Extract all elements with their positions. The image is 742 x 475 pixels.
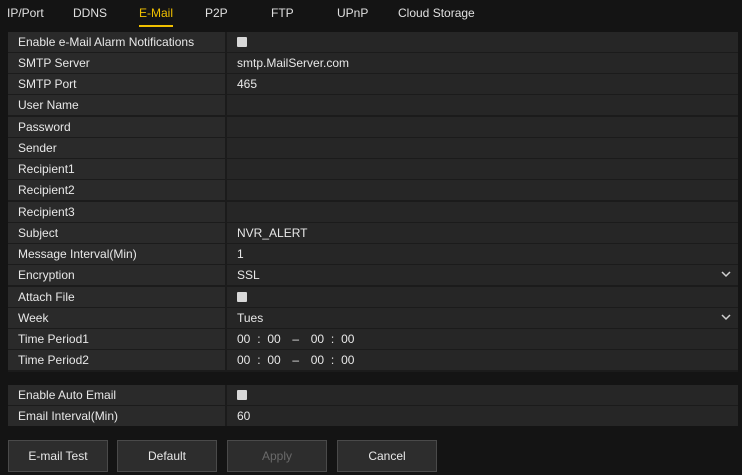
tab-p2p[interactable]: P2P [205,5,228,25]
time-period2-label: Time Period2 [8,350,225,370]
time-period1-label: Time Period1 [8,329,225,349]
tp2-end-hour[interactable]: 00 [311,350,324,370]
enable-auto-email-cell [227,385,738,405]
tp1-dash: – [292,332,300,346]
row-enable-auto-email: Enable Auto Email [8,385,738,405]
enable-alarm-label: Enable e-Mail Alarm Notifications [8,32,225,52]
row-recipient1: Recipient1 [8,159,738,179]
row-time-period2: Time Period2 00:00–00:00 [8,350,738,370]
chevron-down-icon [721,271,731,278]
tp1-colon: : [257,332,261,346]
row-time-period1: Time Period1 00:00–00:00 [8,329,738,349]
cancel-button[interactable]: Cancel [337,440,437,472]
password-label: Password [8,117,225,137]
row-email-interval: Email Interval(Min) 60 [8,406,738,426]
tab-ftp[interactable]: FTP [271,5,294,25]
tp2-start-hour[interactable]: 00 [237,350,250,370]
smtp-port-label: SMTP Port [8,74,225,94]
email-interval-input[interactable]: 60 [227,406,738,426]
week-select[interactable]: Tues [227,308,738,328]
time-period2-input[interactable]: 00:00–00:00 [227,350,738,370]
message-interval-input[interactable]: 1 [227,244,738,264]
tp2-colon-2: : [330,353,335,367]
smtp-server-label: SMTP Server [8,53,225,73]
subject-input[interactable]: NVR_ALERT [227,223,738,243]
encryption-select[interactable]: SSL [227,265,738,285]
row-enable-alarm: Enable e-Mail Alarm Notifications [8,32,738,52]
tab-bar: IP/Port DDNS E-Mail P2P FTP UPnP Cloud S… [0,0,742,28]
tp2-colon: : [257,353,261,367]
sender-label: Sender [8,138,225,158]
row-user-name: User Name [8,95,738,115]
row-smtp-server: SMTP Server smtp.MailServer.com [8,53,738,73]
chevron-down-icon [721,314,731,321]
row-week: Week Tues [8,308,738,328]
attach-file-label: Attach File [8,287,225,307]
attach-file-checkbox[interactable] [237,291,247,302]
tp1-end-hour[interactable]: 00 [311,329,324,349]
tp2-start-minute[interactable]: 00 [267,350,280,370]
smtp-port-input[interactable]: 465 [227,74,738,94]
encryption-selected-value: SSL [237,268,260,282]
row-smtp-port: SMTP Port 465 [8,74,738,94]
week-selected-value: Tues [237,311,264,325]
email-interval-label: Email Interval(Min) [8,406,225,426]
auto-email-panel: Enable Auto Email Email Interval(Min) 60 [8,385,738,426]
user-name-label: User Name [8,95,225,115]
enable-auto-email-checkbox[interactable] [237,389,247,400]
tp2-dash: – [292,353,300,367]
email-settings-panel: Enable e-Mail Alarm Notifications SMTP S… [8,32,738,372]
row-recipient2: Recipient2 [8,180,738,200]
recipient3-label: Recipient3 [8,202,225,222]
tp1-end-minute[interactable]: 00 [341,329,354,349]
recipient2-input[interactable] [227,180,738,200]
row-encryption: Encryption SSL [8,265,738,285]
recipient1-label: Recipient1 [8,159,225,179]
row-subject: Subject NVR_ALERT [8,223,738,243]
encryption-label: Encryption [8,265,225,285]
recipient1-input[interactable] [227,159,738,179]
enable-alarm-checkbox[interactable] [237,36,247,47]
tab-upnp[interactable]: UPnP [337,5,368,25]
tab-email[interactable]: E-Mail [139,5,174,27]
attach-file-cell [227,287,738,307]
row-sender: Sender [8,138,738,158]
tp1-colon-2: : [330,332,335,346]
row-message-interval: Message Interval(Min) 1 [8,244,738,264]
time-period1-input[interactable]: 00:00–00:00 [227,329,738,349]
tp1-start-hour[interactable]: 00 [237,329,250,349]
row-recipient3: Recipient3 [8,202,738,222]
enable-alarm-cell [227,32,738,52]
password-input[interactable] [227,117,738,137]
recipient3-input[interactable] [227,202,738,222]
enable-auto-email-label: Enable Auto Email [8,385,225,405]
message-interval-label: Message Interval(Min) [8,244,225,264]
apply-button[interactable]: Apply [227,440,327,472]
user-name-input[interactable] [227,95,738,115]
week-label: Week [8,308,225,328]
smtp-server-input[interactable]: smtp.MailServer.com [227,53,738,73]
tp1-start-minute[interactable]: 00 [267,329,280,349]
tab-ddns[interactable]: DDNS [73,5,107,25]
tp2-end-minute[interactable]: 00 [341,350,354,370]
recipient2-label: Recipient2 [8,180,225,200]
sender-input[interactable] [227,138,738,158]
tab-ip-port[interactable]: IP/Port [7,5,44,25]
row-password: Password [8,117,738,137]
email-test-button[interactable]: E-mail Test [8,440,108,472]
row-attach-file: Attach File [8,287,738,307]
subject-label: Subject [8,223,225,243]
tab-cloud-storage[interactable]: Cloud Storage [398,5,475,25]
default-button[interactable]: Default [117,440,217,472]
